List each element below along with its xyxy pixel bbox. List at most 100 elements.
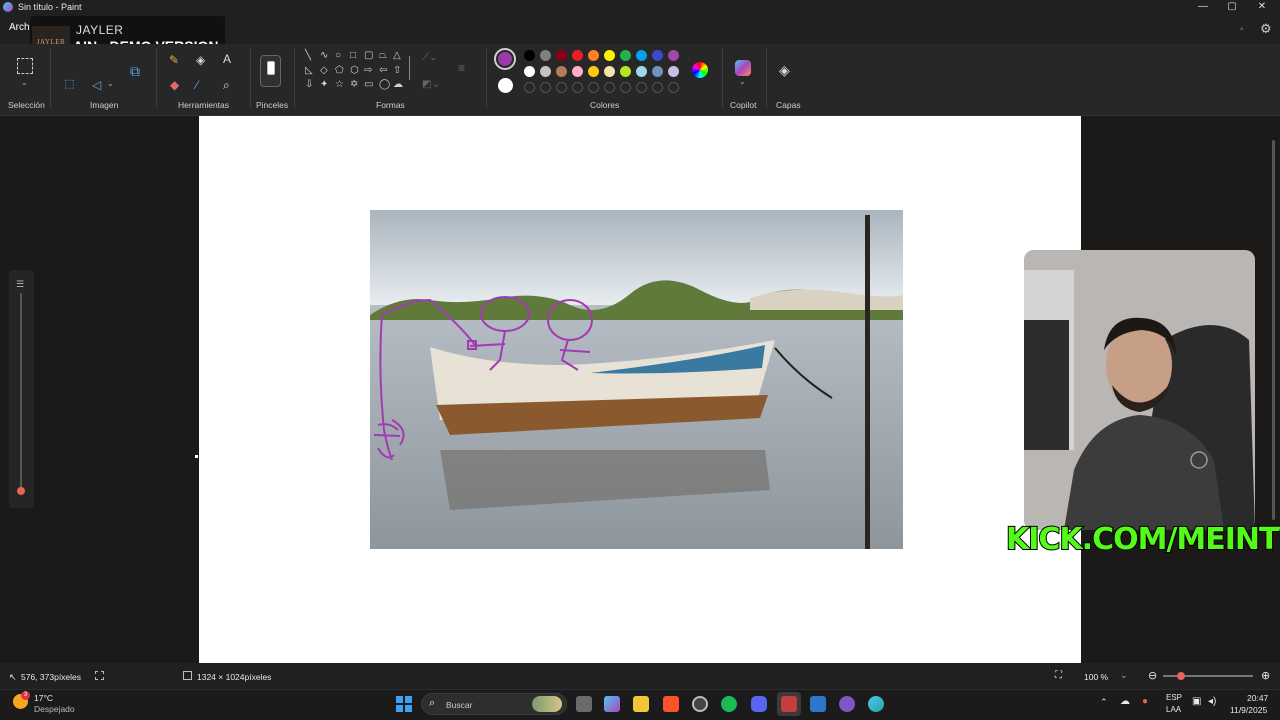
menu-archivo[interactable]: Arch xyxy=(9,22,30,33)
magnifier-icon[interactable]: ⌕ xyxy=(223,79,230,91)
copilot-icon[interactable] xyxy=(735,60,751,76)
canvas-resize-handle[interactable] xyxy=(195,455,198,458)
edit-colors-icon[interactable] xyxy=(692,62,708,78)
hexagon-shape-icon[interactable]: ⬡ xyxy=(350,66,359,76)
star4-shape-icon[interactable]: ✦ xyxy=(320,80,328,90)
custom-color-slot[interactable] xyxy=(572,82,583,93)
color-swatch[interactable] xyxy=(572,66,583,77)
discord-icon[interactable] xyxy=(751,696,767,712)
brave-browser-icon[interactable] xyxy=(663,696,679,712)
taskbar-search[interactable]: ⌕ Buscar xyxy=(421,693,567,715)
arrow-down-shape-icon[interactable]: ⇩ xyxy=(305,80,313,90)
task-view-icon[interactable] xyxy=(576,696,592,712)
microphone-icon[interactable]: ● xyxy=(1142,696,1148,707)
color-swatch[interactable] xyxy=(524,66,535,77)
callout-cloud-shape-icon[interactable]: ☁ xyxy=(393,80,403,90)
chevron-down-icon[interactable]: ⌄ xyxy=(739,78,746,86)
zoom-slider-thumb[interactable] xyxy=(17,487,25,495)
polygon-shape-icon[interactable]: ⏢ xyxy=(379,51,387,61)
custom-color-slot[interactable] xyxy=(556,82,567,93)
vertical-scrollbar[interactable] xyxy=(1272,140,1275,520)
callout-oval-shape-icon[interactable]: ◯ xyxy=(379,80,390,90)
zoom-out-icon[interactable]: ⊖ xyxy=(1148,669,1157,682)
copilot-taskbar-icon[interactable] xyxy=(604,696,620,712)
zoom-slider-thumb[interactable] xyxy=(1177,672,1185,680)
color-swatch[interactable] xyxy=(652,66,663,77)
chevron-down-icon[interactable]: ⌄ xyxy=(107,80,114,88)
custom-color-slot[interactable] xyxy=(588,82,599,93)
color-swatch[interactable] xyxy=(620,66,631,77)
color-swatch[interactable] xyxy=(652,50,663,61)
fill-icon[interactable]: ◩⌄ xyxy=(422,80,440,90)
arrow-left-shape-icon[interactable]: ⇦ xyxy=(379,66,387,76)
rotate-icon[interactable]: ◁ xyxy=(92,79,101,91)
star5-shape-icon[interactable]: ☆ xyxy=(335,80,344,90)
fill-bucket-icon[interactable]: ◈ xyxy=(196,54,205,66)
crop-icon[interactable]: ⬚ xyxy=(64,79,74,90)
terminal-icon[interactable] xyxy=(781,696,797,712)
secondary-color-button[interactable] xyxy=(498,78,513,93)
primary-color-button[interactable] xyxy=(494,48,516,70)
callout-rect-shape-icon[interactable]: ▭ xyxy=(364,80,373,90)
brushes-button[interactable] xyxy=(260,55,281,87)
diamond-shape-icon[interactable]: ◇ xyxy=(320,66,328,76)
color-picker-icon[interactable]: ⁄ xyxy=(196,79,198,91)
color-swatch[interactable] xyxy=(604,50,615,61)
keyboard-language[interactable]: ESP xyxy=(1166,693,1182,702)
onedrive-cloud-icon[interactable]: ☁ xyxy=(1120,696,1130,707)
star6-shape-icon[interactable]: ✡ xyxy=(350,80,358,90)
color-swatch[interactable] xyxy=(668,50,679,61)
spotify-icon[interactable] xyxy=(721,696,737,712)
keyboard-layout[interactable]: LAA xyxy=(1166,705,1181,714)
size-icon[interactable]: ≡ xyxy=(458,62,465,74)
color-swatch[interactable] xyxy=(540,50,551,61)
arrow-right-shape-icon[interactable]: ⇨ xyxy=(364,66,372,76)
rectangle-shape-icon[interactable]: □ xyxy=(350,51,356,61)
clock-date[interactable]: 11/9/2025 xyxy=(1230,705,1267,715)
color-swatch[interactable] xyxy=(588,66,599,77)
start-button[interactable] xyxy=(396,696,412,712)
color-swatch[interactable] xyxy=(540,66,551,77)
minimize-button[interactable]: — xyxy=(1188,0,1218,14)
color-swatch[interactable] xyxy=(668,66,679,77)
custom-color-slot[interactable] xyxy=(652,82,663,93)
custom-color-slot[interactable] xyxy=(668,82,679,93)
color-swatch[interactable] xyxy=(572,50,583,61)
network-icon[interactable]: ▣ xyxy=(1192,696,1201,707)
color-swatch[interactable] xyxy=(556,66,567,77)
arrow-up-shape-icon[interactable]: ⇧ xyxy=(393,66,401,76)
text-tool-icon[interactable]: A xyxy=(223,53,231,65)
oval-shape-icon[interactable]: ○ xyxy=(335,51,341,61)
custom-color-slot[interactable] xyxy=(524,82,535,93)
app-window-icon[interactable] xyxy=(810,696,826,712)
color-swatch[interactable] xyxy=(636,66,647,77)
line-shape-icon[interactable]: ╲ xyxy=(305,51,311,61)
settings-gear-icon[interactable]: ⚙ xyxy=(1260,21,1272,37)
layers-icon[interactable]: ◈ xyxy=(779,63,790,77)
custom-color-slot[interactable] xyxy=(540,82,551,93)
outline-icon[interactable]: ⟋⌄ xyxy=(422,53,437,63)
color-swatch[interactable] xyxy=(604,66,615,77)
pentagon-shape-icon[interactable]: ⬠ xyxy=(335,66,344,76)
weather-temp[interactable]: 17°C xyxy=(34,693,53,703)
app-purple-icon[interactable] xyxy=(839,696,855,712)
account-icon[interactable]: ◦ xyxy=(1240,24,1244,35)
obs-icon[interactable] xyxy=(692,696,708,712)
color-swatch[interactable] xyxy=(556,50,567,61)
rounded-rectangle-shape-icon[interactable]: ▢ xyxy=(364,51,373,61)
tray-chevron-up-icon[interactable]: ⌃ xyxy=(1100,697,1108,708)
volume-icon[interactable]: ◂) xyxy=(1208,696,1216,707)
chevron-down-icon[interactable]: ⌄ xyxy=(1120,670,1128,681)
color-swatch[interactable] xyxy=(620,50,631,61)
custom-color-slot[interactable] xyxy=(604,82,615,93)
custom-color-slot[interactable] xyxy=(620,82,631,93)
weather-desc[interactable]: Despejado xyxy=(34,704,75,714)
eraser-icon[interactable]: ◆ xyxy=(170,79,179,91)
right-triangle-shape-icon[interactable]: ◺ xyxy=(305,66,313,76)
triangle-shape-icon[interactable]: △ xyxy=(393,51,401,61)
custom-color-slot[interactable] xyxy=(636,82,647,93)
zoom-in-icon[interactable]: ⊕ xyxy=(1261,669,1270,682)
close-button[interactable]: ✕ xyxy=(1247,0,1277,14)
clock-time[interactable]: 20:47 xyxy=(1247,693,1268,703)
fit-to-window-icon[interactable]: ⛶ xyxy=(1055,670,1062,681)
